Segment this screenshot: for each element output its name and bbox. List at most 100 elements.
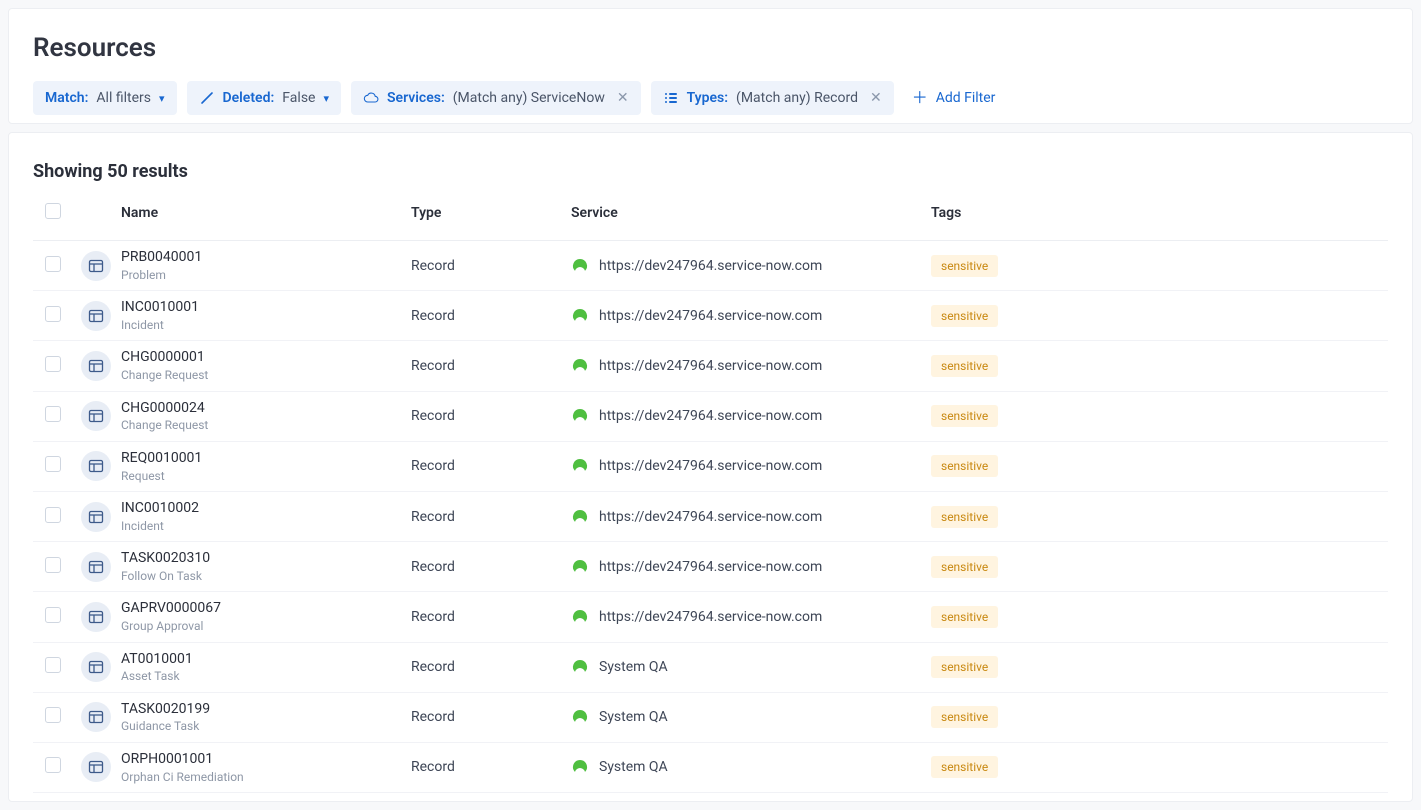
- service-icon: [571, 257, 589, 275]
- row-type: Record: [403, 642, 563, 692]
- row-name: TASK0020310: [121, 550, 395, 567]
- row-checkbox[interactable]: [45, 406, 61, 422]
- service-icon: [571, 307, 589, 325]
- column-header-service[interactable]: Service: [563, 186, 923, 241]
- record-icon: [81, 451, 111, 481]
- row-subtitle: Problem: [121, 268, 395, 282]
- table-row[interactable]: AT0010001 Asset Task Record System QA se…: [33, 642, 1388, 692]
- row-type: Record: [403, 692, 563, 742]
- tag-sensitive: sensitive: [931, 556, 998, 578]
- row-name: INC0010001: [121, 299, 395, 316]
- record-icon: [81, 301, 111, 331]
- row-checkbox[interactable]: [45, 607, 61, 623]
- row-subtitle: Change Request: [121, 368, 395, 382]
- row-name: CHG0000024: [121, 400, 395, 417]
- tag-sensitive: sensitive: [931, 355, 998, 377]
- row-checkbox[interactable]: [45, 306, 61, 322]
- row-checkbox[interactable]: [45, 507, 61, 523]
- row-subtitle: Change Request: [121, 418, 395, 432]
- tag-sensitive: sensitive: [931, 255, 998, 277]
- add-filter-button[interactable]: ＋ Add Filter: [904, 81, 1004, 115]
- row-checkbox[interactable]: [45, 557, 61, 573]
- results-table: Name Type Service Tags PRB0040001 Proble…: [33, 186, 1388, 793]
- row-subtitle: Incident: [121, 519, 395, 533]
- record-icon: [81, 652, 111, 682]
- row-service: https://dev247964.service-now.com: [599, 408, 822, 424]
- tag-sensitive: sensitive: [931, 305, 998, 327]
- table-row[interactable]: CHG0000001 Change Request Record https:/…: [33, 341, 1388, 391]
- row-name: PRB0040001: [121, 249, 395, 266]
- filter-chip-deleted[interactable]: Deleted: False ▾: [187, 81, 342, 115]
- cloud-icon: [363, 90, 379, 106]
- filter-value: (Match any) Record: [736, 90, 858, 106]
- row-service: System QA: [599, 759, 668, 775]
- plus-icon: ＋: [912, 90, 928, 106]
- results-heading: Showing 50 results: [33, 161, 1388, 182]
- row-checkbox[interactable]: [45, 456, 61, 472]
- add-filter-label: Add Filter: [936, 90, 996, 106]
- row-service: https://dev247964.service-now.com: [599, 308, 822, 324]
- row-service: https://dev247964.service-now.com: [599, 609, 822, 625]
- filter-label: Deleted:: [223, 90, 275, 106]
- select-all-checkbox[interactable]: [45, 203, 61, 219]
- row-type: Record: [403, 742, 563, 792]
- table-row[interactable]: ORPH0001001 Orphan Ci Remediation Record…: [33, 742, 1388, 792]
- row-checkbox[interactable]: [45, 657, 61, 673]
- filter-chip-match[interactable]: Match: All filters ▾: [33, 81, 177, 115]
- row-name: AT0010001: [121, 651, 395, 668]
- row-checkbox[interactable]: [45, 757, 61, 773]
- filter-label: Match:: [45, 90, 88, 106]
- close-icon[interactable]: ✕: [617, 90, 629, 106]
- row-checkbox[interactable]: [45, 356, 61, 372]
- chevron-down-icon: ▾: [159, 92, 165, 105]
- row-subtitle: Guidance Task: [121, 719, 395, 733]
- record-icon: [81, 602, 111, 632]
- table-row[interactable]: REQ0010001 Request Record https://dev247…: [33, 441, 1388, 491]
- service-icon: [571, 658, 589, 676]
- filters-panel: Resources Match: All filters ▾ Deleted: …: [8, 8, 1413, 124]
- row-service: System QA: [599, 709, 668, 725]
- table-row[interactable]: TASK0020310 Follow On Task Record https:…: [33, 542, 1388, 592]
- service-icon: [571, 407, 589, 425]
- service-icon: [571, 457, 589, 475]
- table-row[interactable]: CHG0000024 Change Request Record https:/…: [33, 391, 1388, 441]
- column-header-type[interactable]: Type: [403, 186, 563, 241]
- filter-chip-services[interactable]: Services: (Match any) ServiceNow ✕: [351, 81, 641, 115]
- row-subtitle: Follow On Task: [121, 569, 395, 583]
- row-name: INC0010002: [121, 500, 395, 517]
- service-icon: [571, 357, 589, 375]
- row-name: TASK0020199: [121, 701, 395, 718]
- close-icon[interactable]: ✕: [870, 90, 882, 106]
- record-icon: [81, 502, 111, 532]
- filter-value: (Match any) ServiceNow: [453, 90, 605, 106]
- row-subtitle: Asset Task: [121, 669, 395, 683]
- row-service: System QA: [599, 659, 668, 675]
- row-type: Record: [403, 491, 563, 541]
- row-service: https://dev247964.service-now.com: [599, 559, 822, 575]
- row-subtitle: Orphan Ci Remediation: [121, 770, 395, 784]
- service-icon: [571, 758, 589, 776]
- column-header-name[interactable]: Name: [113, 186, 403, 241]
- table-row[interactable]: PRB0040001 Problem Record https://dev247…: [33, 241, 1388, 291]
- filter-bar: Match: All filters ▾ Deleted: False ▾ Se…: [33, 81, 1388, 115]
- column-header-tags[interactable]: Tags: [923, 186, 1388, 241]
- table-row[interactable]: TASK0020199 Guidance Task Record System …: [33, 692, 1388, 742]
- row-name: ORPH0001001: [121, 751, 395, 768]
- row-type: Record: [403, 542, 563, 592]
- service-icon: [571, 508, 589, 526]
- table-row[interactable]: INC0010001 Incident Record https://dev24…: [33, 291, 1388, 341]
- row-checkbox[interactable]: [45, 256, 61, 272]
- row-name: CHG0000001: [121, 349, 395, 366]
- table-header-row: Name Type Service Tags: [33, 186, 1388, 241]
- filter-label: Types:: [687, 90, 728, 106]
- row-service: https://dev247964.service-now.com: [599, 509, 822, 525]
- results-panel: Showing 50 results Name Type Service Tag…: [8, 132, 1413, 802]
- filter-label: Services:: [387, 90, 445, 106]
- tag-sensitive: sensitive: [931, 455, 998, 477]
- row-type: Record: [403, 441, 563, 491]
- record-icon: [81, 552, 111, 582]
- filter-chip-types[interactable]: Types: (Match any) Record ✕: [651, 81, 894, 115]
- table-row[interactable]: INC0010002 Incident Record https://dev24…: [33, 491, 1388, 541]
- table-row[interactable]: GAPRV0000067 Group Approval Record https…: [33, 592, 1388, 642]
- chevron-down-icon: ▾: [323, 92, 329, 105]
